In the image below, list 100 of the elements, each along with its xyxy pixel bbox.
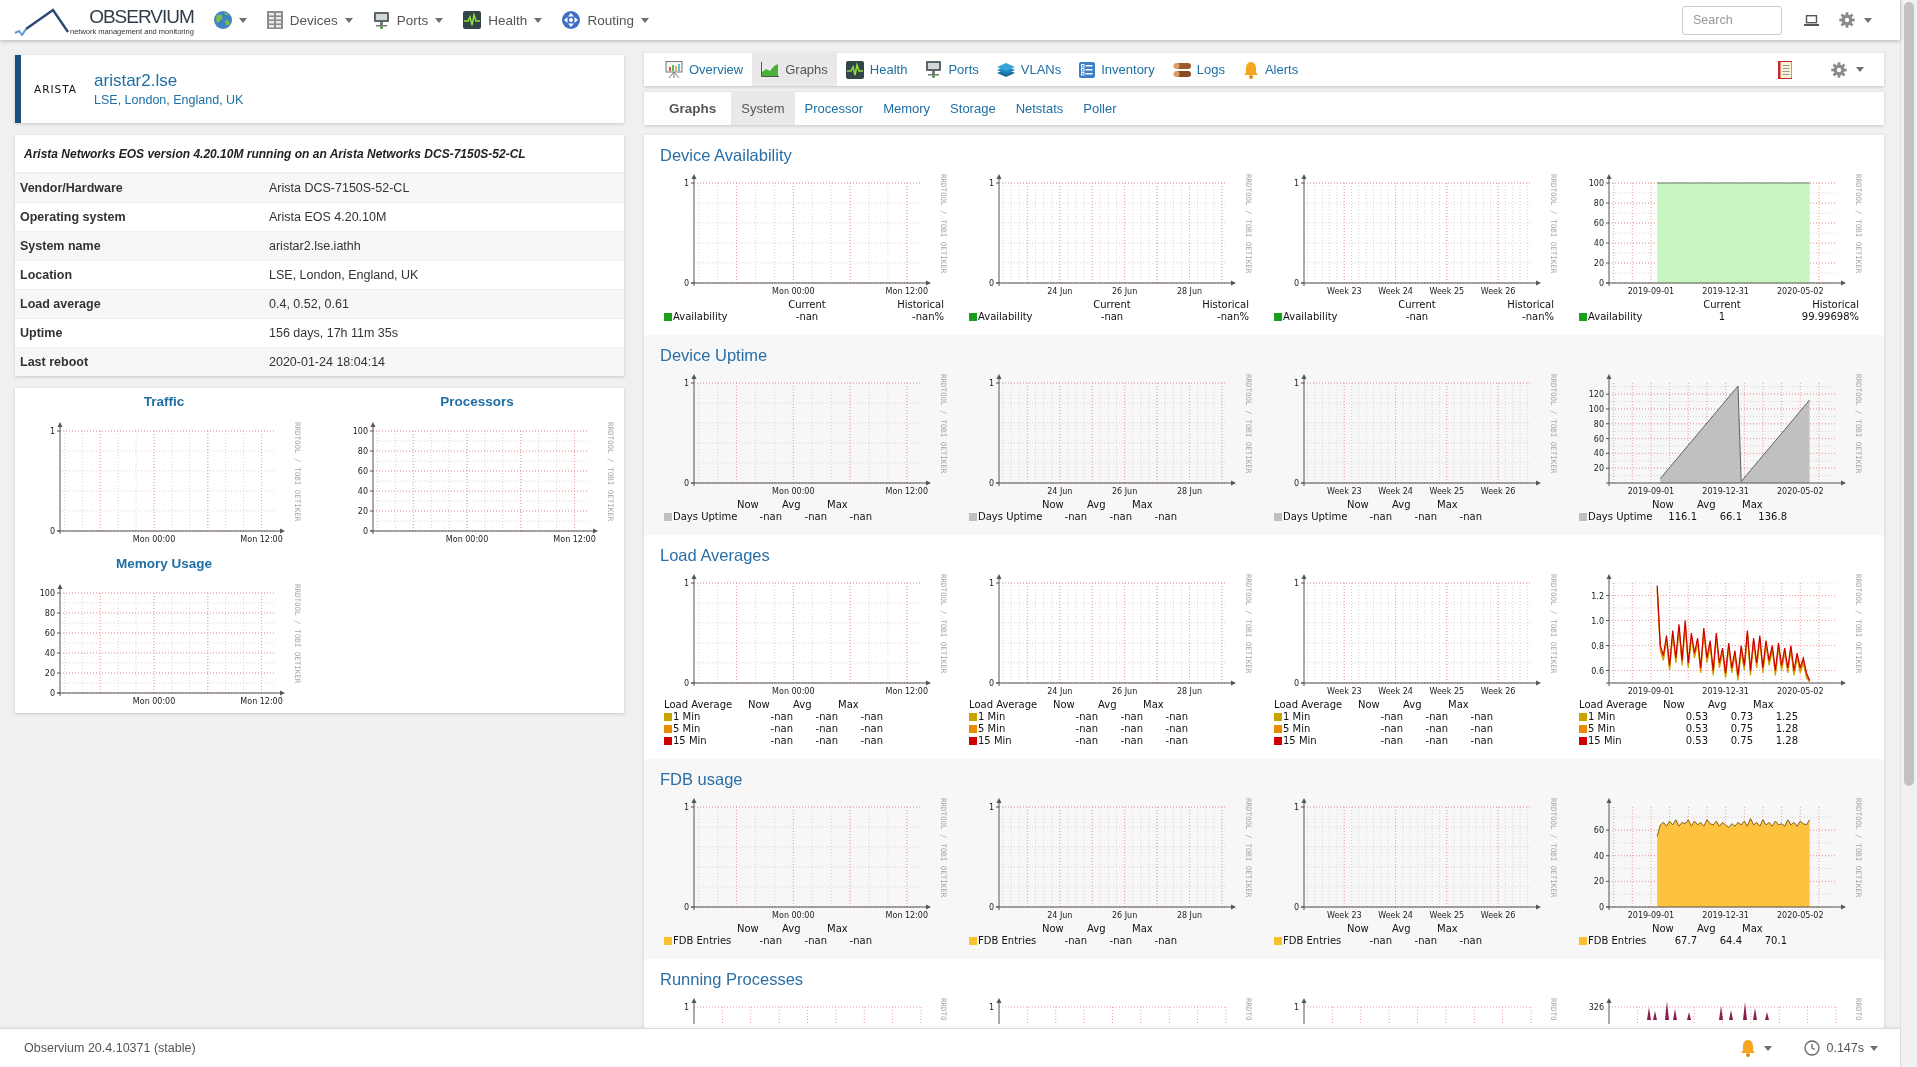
tick-label: 24 Jun [1047,687,1073,696]
tick-label: Mon 12:00 [885,687,929,696]
info-value: 2020-01-24 18:04:14 [269,355,387,369]
legend-column-label: Max [1437,923,1459,935]
tick-label: 0.8 [1591,641,1604,651]
legend-value: -nan [1119,723,1143,735]
legend-label: Availability [673,311,728,323]
tick-label: 24 Jun [1047,487,1073,496]
tick-label: Mon 00:00 [132,535,176,544]
info-value: 0.4, 0.52, 0.61 [269,297,350,311]
tick-label: 24 Jun [1047,911,1073,920]
tick-label: Week 26 [1480,911,1516,920]
tick-label: 2020-05-02 [1777,911,1824,920]
legend-value: -nan [859,723,883,735]
tick-label: 1 [683,379,689,388]
legend-column-label: Avg [1708,699,1728,711]
legend-column-label: Now [1347,923,1370,935]
tick-label: 26 Jun [1112,911,1138,920]
legend-value: -nan [1404,311,1430,323]
legend-value: -nan [1164,711,1188,723]
legend-label: FDB Entries [978,935,1037,947]
legend-column-label: Now [1652,499,1675,511]
legend-column-label: Historical [896,299,944,311]
tick-label: Mon 00:00 [445,535,489,544]
legend-value: -nan [1424,711,1448,723]
legend-value: -nan [1074,735,1098,747]
legend-label: 5 Min [1588,723,1616,735]
tick-label: 40 [1593,449,1604,459]
legend-heading: Load Average [664,699,734,711]
legend-column-label: Max [1753,699,1775,711]
tick-label: Week 25 [1429,287,1465,296]
tick-label: 0 [1293,903,1299,912]
tick-label: Mon 00:00 [772,911,815,920]
tick-label: 20 [44,669,55,678]
tick-label: Week 24 [1378,911,1413,920]
tick-label: Week 24 [1378,487,1413,496]
legend-value: 116.1 [1667,511,1697,523]
legend-value: -nan [1469,735,1493,747]
tick-label: 1 [683,1003,689,1012]
tick-label: Week 23 [1326,911,1362,920]
legend-column-label: Max [1437,499,1459,511]
legend-value: -nan [1099,311,1125,323]
legend-column-label: Max [1742,499,1764,511]
legend-column-label: Current [1702,299,1742,311]
tick-label: 24 Jun [1047,287,1073,296]
legend-value: -nan [1469,711,1493,723]
legend-label: Days Uptime [978,511,1043,523]
legend-column-label: Now [737,499,760,511]
legend-label: 5 Min [1283,723,1311,735]
legend-value: -nan [1458,935,1482,947]
tick-label: Week 24 [1378,287,1413,296]
info-label: Vendor/Hardware [20,181,124,195]
legend-column-label: Now [737,923,760,935]
legend-column-label: Avg [1087,499,1107,511]
tick-label: Mon 00:00 [772,687,815,696]
tick-label: 80 [1593,199,1604,208]
legend-column-label: Max [827,923,849,935]
legend-value: -nan% [911,311,944,323]
legend-value: -nan [758,935,782,947]
tick-label: 0 [49,689,55,698]
info-value: 156 days, 17h 11m 35s [269,326,400,340]
tick-label: 28 Jun [1176,911,1203,920]
legend-column-label: Avg [782,923,802,935]
tick-label: 20 [1593,259,1604,268]
info-label: Location [20,268,74,282]
legend-value: -nan [814,711,838,723]
section-title: Device Availability [660,145,792,166]
legend-label: 5 Min [673,723,701,735]
legend-value: -nan [1458,511,1482,523]
tick-label: 2020-05-02 [1777,687,1824,696]
tick-label: 0 [1293,279,1299,288]
legend-value: -nan [1379,735,1403,747]
tick-label: 1 [49,427,55,436]
legend-value: 0.53 [1684,735,1708,747]
legend-column-label: Max [1448,699,1470,711]
tick-label: 0 [988,279,994,288]
tick-label: 1.2 [1591,591,1604,601]
legend-column-label: Avg [1392,499,1412,511]
legend-value: -nan [1469,723,1493,735]
legend-value: 0.73 [1729,711,1753,723]
tick-label: 1 [988,179,994,188]
legend-column-label: Now [1347,499,1370,511]
tick-label: 1 [1293,179,1299,188]
legend-column-label: Avg [1392,923,1412,935]
tick-label: 2019-09-01 [1627,911,1675,920]
legend-value: -nan [848,511,872,523]
tick-label: Week 26 [1480,287,1516,296]
version-text: Observium 20.4.10371 (stable) [24,1041,196,1055]
legend-label: FDB Entries [1283,935,1342,947]
tick-label: 2019-12-31 [1702,287,1749,296]
legend-label: 5 Min [978,723,1006,735]
tick-label: 0 [362,527,368,536]
legend-value: 0.53 [1684,711,1708,723]
legend-value: -nan [769,735,793,747]
tick-label: Week 26 [1480,687,1516,696]
tick-label: 1 [1293,803,1299,812]
legend-label: 15 Min [673,735,707,747]
tick-label: 26 Jun [1112,687,1138,696]
legend-column-label: Max [1132,923,1154,935]
legend-label: FDB Entries [673,935,732,947]
